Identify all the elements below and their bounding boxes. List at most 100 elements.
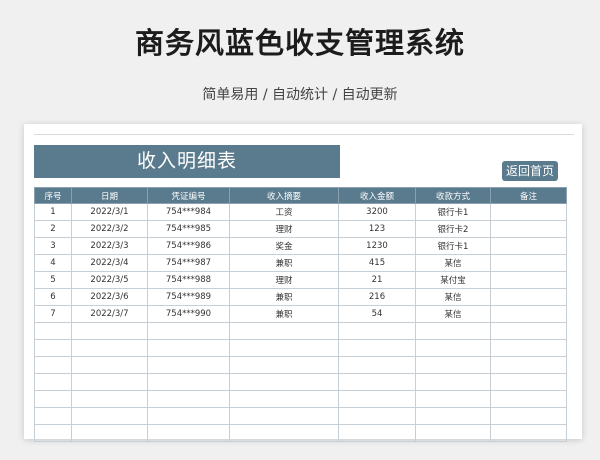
table-cell[interactable]: 某信 — [415, 305, 491, 323]
table-cell[interactable] — [415, 407, 491, 425]
table-cell[interactable] — [147, 322, 230, 340]
table-cell[interactable] — [490, 373, 567, 391]
table-cell[interactable]: 6 — [34, 288, 72, 306]
table-cell[interactable] — [415, 390, 491, 408]
table-cell[interactable] — [34, 339, 72, 357]
table-cell[interactable] — [490, 305, 567, 323]
table-cell[interactable] — [415, 424, 491, 442]
table-cell[interactable]: 2022/3/2 — [71, 220, 148, 238]
table-cell[interactable] — [147, 390, 230, 408]
table-cell[interactable]: 银行卡1 — [415, 237, 491, 255]
table-cell[interactable] — [490, 356, 567, 374]
table-cell[interactable]: 3 — [34, 237, 72, 255]
table-cell[interactable] — [415, 322, 491, 340]
table-cell[interactable] — [490, 407, 567, 425]
table-cell[interactable]: 2022/3/4 — [71, 254, 148, 272]
table-cell[interactable] — [71, 339, 148, 357]
table-cell[interactable]: 3200 — [338, 203, 416, 221]
table-cell[interactable] — [229, 322, 339, 340]
table-cell[interactable]: 工资 — [229, 203, 339, 221]
table-cell[interactable]: 123 — [338, 220, 416, 238]
table-cell[interactable] — [490, 322, 567, 340]
table-cell[interactable] — [490, 203, 567, 221]
table-cell[interactable] — [229, 373, 339, 391]
table-cell[interactable] — [490, 424, 567, 442]
table-cell[interactable]: 754***988 — [147, 271, 230, 289]
table-cell[interactable]: 2022/3/7 — [71, 305, 148, 323]
table-cell[interactable] — [71, 322, 148, 340]
table-cell[interactable]: 754***985 — [147, 220, 230, 238]
table-cell[interactable] — [147, 339, 230, 357]
table-cell[interactable] — [34, 407, 72, 425]
table-cell[interactable] — [490, 271, 567, 289]
table-cell[interactable] — [338, 390, 416, 408]
table-cell[interactable] — [71, 373, 148, 391]
table-cell[interactable] — [71, 356, 148, 374]
table-cell[interactable] — [338, 356, 416, 374]
table-cell[interactable] — [490, 220, 567, 238]
table-cell[interactable] — [147, 407, 230, 425]
table-cell[interactable] — [229, 424, 339, 442]
table-cell[interactable] — [34, 390, 72, 408]
table-cell[interactable] — [338, 407, 416, 425]
table-cell[interactable] — [490, 288, 567, 306]
table-cell[interactable] — [229, 407, 339, 425]
table-cell[interactable]: 兼职 — [229, 288, 339, 306]
table-cell[interactable] — [490, 254, 567, 272]
table-cell[interactable] — [490, 339, 567, 357]
table-cell[interactable] — [34, 424, 72, 442]
table-cell[interactable]: 1230 — [338, 237, 416, 255]
table-cell[interactable] — [71, 424, 148, 442]
table-cell[interactable]: 754***984 — [147, 203, 230, 221]
table-cell[interactable]: 1 — [34, 203, 72, 221]
table-cell[interactable] — [338, 339, 416, 357]
table-cell[interactable] — [71, 407, 148, 425]
table-cell[interactable]: 754***986 — [147, 237, 230, 255]
table-cell[interactable] — [147, 424, 230, 442]
back-to-home-button[interactable]: 返回首页 — [502, 161, 558, 181]
table-cell[interactable]: 5 — [34, 271, 72, 289]
table-cell[interactable]: 216 — [338, 288, 416, 306]
table-cell[interactable]: 银行卡1 — [415, 203, 491, 221]
table-cell[interactable] — [229, 390, 339, 408]
table-cell[interactable]: 21 — [338, 271, 416, 289]
table-cell[interactable] — [34, 322, 72, 340]
table-cell[interactable]: 754***987 — [147, 254, 230, 272]
table-cell[interactable] — [34, 356, 72, 374]
table-cell[interactable]: 754***989 — [147, 288, 230, 306]
table-cell[interactable] — [147, 373, 230, 391]
table-cell[interactable]: 兼职 — [229, 305, 339, 323]
table-cell[interactable]: 54 — [338, 305, 416, 323]
table-cell[interactable] — [229, 356, 339, 374]
table-cell[interactable]: 754***990 — [147, 305, 230, 323]
table-cell[interactable]: 415 — [338, 254, 416, 272]
table-cell[interactable]: 2022/3/6 — [71, 288, 148, 306]
table-cell[interactable]: 理财 — [229, 271, 339, 289]
table-cell[interactable]: 4 — [34, 254, 72, 272]
table-cell[interactable]: 2 — [34, 220, 72, 238]
column-header-col-date: 日期 — [71, 187, 148, 204]
table-cell[interactable]: 2022/3/1 — [71, 203, 148, 221]
table-cell[interactable]: 2022/3/3 — [71, 237, 148, 255]
table-cell[interactable] — [415, 356, 491, 374]
table-cell[interactable] — [71, 390, 148, 408]
table-cell[interactable]: 银行卡2 — [415, 220, 491, 238]
table-cell[interactable]: 理财 — [229, 220, 339, 238]
table-cell[interactable] — [34, 373, 72, 391]
table-cell[interactable] — [490, 237, 567, 255]
table-cell[interactable]: 2022/3/5 — [71, 271, 148, 289]
table-cell[interactable] — [338, 322, 416, 340]
table-cell[interactable]: 兼职 — [229, 254, 339, 272]
table-cell[interactable]: 某信 — [415, 254, 491, 272]
table-cell[interactable] — [338, 373, 416, 391]
table-cell[interactable] — [415, 373, 491, 391]
table-cell[interactable]: 某付宝 — [415, 271, 491, 289]
table-cell[interactable]: 奖金 — [229, 237, 339, 255]
table-cell[interactable]: 某信 — [415, 288, 491, 306]
table-cell[interactable]: 7 — [34, 305, 72, 323]
table-cell[interactable] — [490, 390, 567, 408]
table-cell[interactable] — [229, 339, 339, 357]
table-cell[interactable] — [147, 356, 230, 374]
table-cell[interactable] — [338, 424, 416, 442]
table-cell[interactable] — [415, 339, 491, 357]
